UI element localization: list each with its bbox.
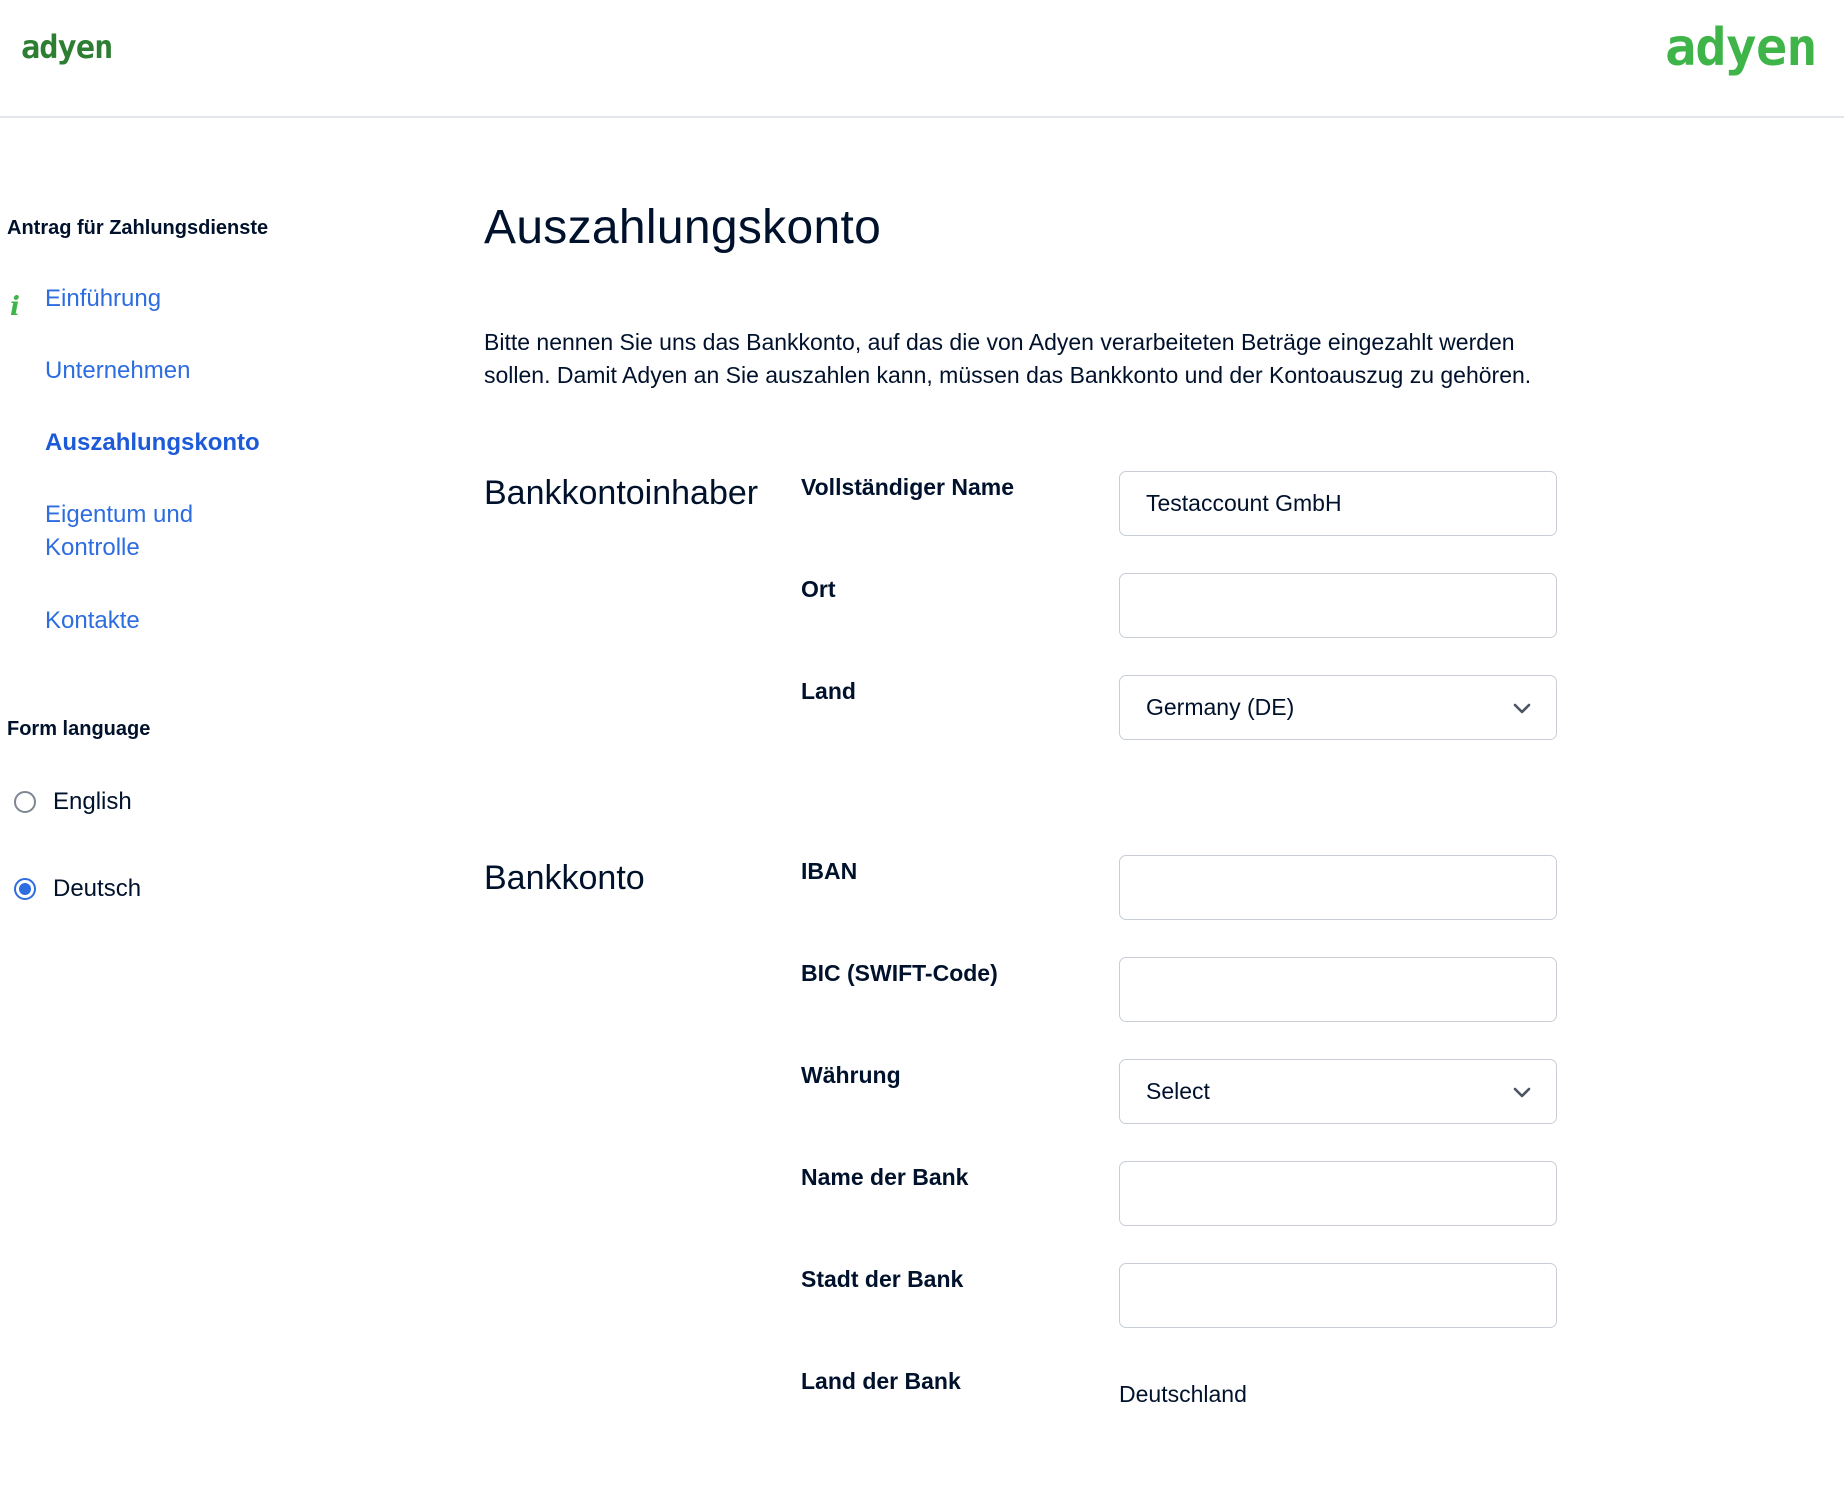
full-name-input[interactable] xyxy=(1119,471,1557,536)
sidebar-item-unternehmen[interactable]: Unternehmen xyxy=(45,354,190,387)
country-select[interactable]: Germany (DE) xyxy=(1119,675,1557,740)
label-bank-name: Name der Bank xyxy=(801,1164,969,1190)
adyen-logo-small[interactable]: adyen xyxy=(21,28,113,66)
intro-text: Bitte nennen Sie uns das Bankkonto, auf … xyxy=(484,326,1564,392)
sidebar-item-kontakte[interactable]: Kontakte xyxy=(45,604,140,637)
sidebar-item-auszahlungskonto[interactable]: Auszahlungskonto xyxy=(45,426,260,459)
sidebar-item-label-line2: Kontrolle xyxy=(45,534,140,561)
label-bank-country: Land der Bank xyxy=(801,1368,961,1394)
sidebar-heading: Antrag für Zahlungsdienste xyxy=(7,217,269,239)
chevron-down-icon xyxy=(1513,703,1531,714)
radio-english[interactable] xyxy=(14,791,36,813)
label-bank-city: Stadt der Bank xyxy=(801,1266,964,1292)
info-icon: i xyxy=(10,292,20,322)
page-header: adyen adyen xyxy=(0,0,1844,118)
section-title-bankkontoinhaber: Bankkontoinhaber xyxy=(484,474,759,512)
ort-input[interactable] xyxy=(1119,573,1557,638)
sidebar-item-eigentum-und-kontrolle[interactable]: Eigentum und Kontrolle xyxy=(45,498,193,564)
currency-select-value: Select xyxy=(1146,1078,1210,1104)
intro-line-1: Bitte nennen Sie uns das Bankkonto, auf … xyxy=(484,329,1515,355)
sidebar-item-label-line1: Eigentum und xyxy=(45,501,194,528)
sidebar: Antrag für Zahlungsdienste i Einführung … xyxy=(0,118,440,1506)
adyen-logo-large: adyen xyxy=(1665,18,1818,78)
label-land: Land xyxy=(801,678,856,704)
radio-label-deutsch: Deutsch xyxy=(53,875,142,902)
label-bic: BIC (SWIFT-Code) xyxy=(801,960,998,986)
section-title-bankkonto: Bankkonto xyxy=(484,859,645,897)
bic-input[interactable] xyxy=(1119,957,1557,1022)
bank-country-value: Deutschland xyxy=(1119,1381,1247,1407)
radio-deutsch[interactable] xyxy=(14,878,36,900)
country-select-value: Germany (DE) xyxy=(1146,694,1295,720)
iban-input[interactable] xyxy=(1119,855,1557,920)
radio-label-english: English xyxy=(53,788,132,815)
label-waehrung: Währung xyxy=(801,1062,901,1088)
chevron-down-icon xyxy=(1513,1087,1531,1098)
label-full-name: Vollständiger Name xyxy=(801,474,1015,500)
page-title: Auszahlungskonto xyxy=(484,201,882,254)
sidebar-item-einfuehrung[interactable]: Einführung xyxy=(45,282,161,315)
label-iban: IBAN xyxy=(801,858,858,884)
form-language-heading: Form language xyxy=(7,718,151,740)
currency-select[interactable]: Select xyxy=(1119,1059,1557,1124)
label-ort: Ort xyxy=(801,576,836,602)
language-option-english[interactable]: English xyxy=(14,788,132,816)
bank-city-input[interactable] xyxy=(1119,1263,1557,1328)
language-option-deutsch[interactable]: Deutsch xyxy=(14,875,141,903)
bank-name-input[interactable] xyxy=(1119,1161,1557,1226)
intro-line-2: sollen. Damit Adyen an Sie auszahlen kan… xyxy=(484,362,1532,388)
